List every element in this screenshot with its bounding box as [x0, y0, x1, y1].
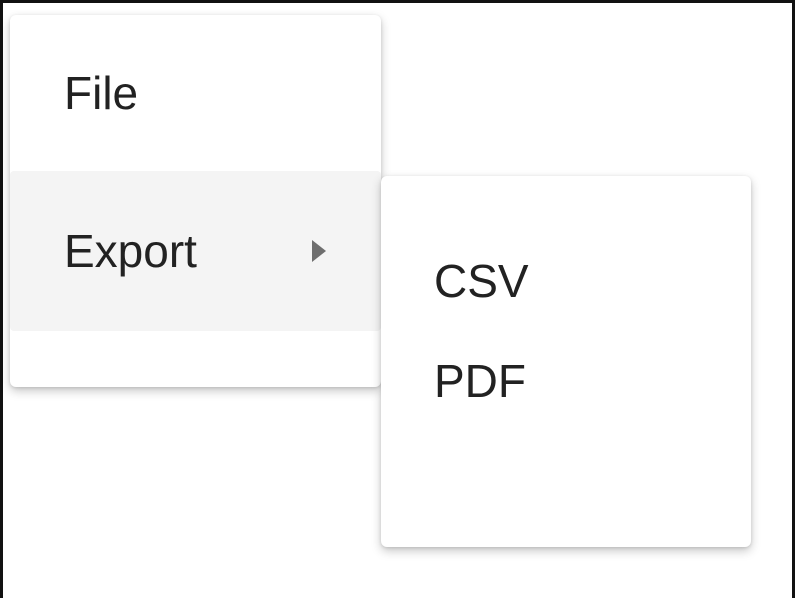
- menu-item-file[interactable]: File: [10, 15, 381, 171]
- submenu-item-pdf[interactable]: PDF: [381, 326, 751, 436]
- caret-right-icon: [312, 240, 326, 262]
- menu-item-label: Export: [64, 225, 197, 277]
- menu-item-label: File: [64, 67, 139, 119]
- menu-item-label: CSV: [434, 255, 529, 307]
- menu-item-export[interactable]: Export: [10, 171, 381, 331]
- export-submenu: CSV PDF: [381, 176, 751, 547]
- menu-item-label: PDF: [434, 355, 526, 407]
- context-menu: File Export: [10, 15, 381, 387]
